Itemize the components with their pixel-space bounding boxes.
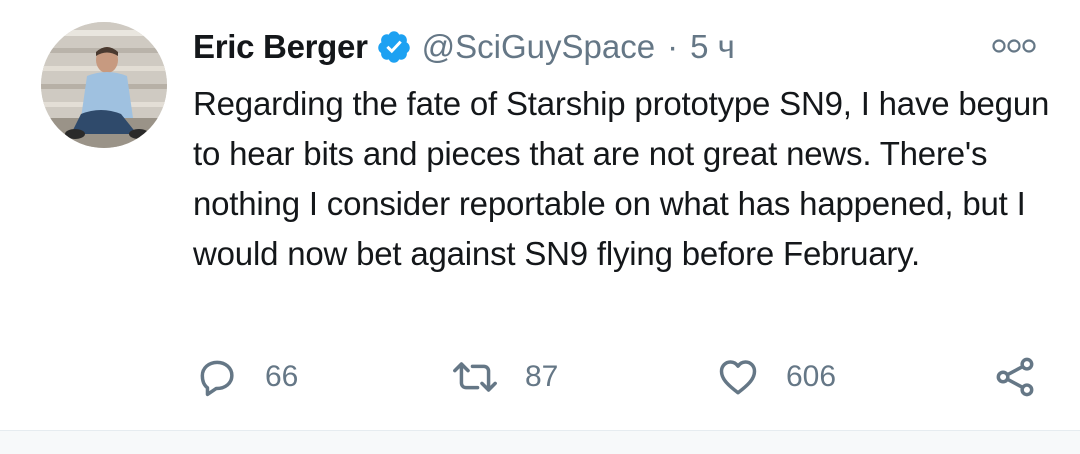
avatar[interactable] [41, 22, 167, 148]
like-count: 606 [786, 360, 837, 393]
reply-icon [200, 360, 234, 397]
reply-count: 66 [265, 360, 299, 393]
tweet-card[interactable]: Eric Berger @SciGuySpace · 5 ч Regarding… [0, 0, 1080, 430]
tweet-timestamp[interactable]: 5 ч [690, 28, 735, 66]
heart-icon [719, 360, 757, 395]
more-options-icon[interactable] [990, 34, 1040, 58]
retweet-icon [453, 362, 497, 392]
author-display-name[interactable]: Eric Berger [193, 28, 368, 66]
retweet-count: 87 [525, 360, 559, 393]
share-icon [996, 357, 1034, 397]
retweet-button[interactable]: 87 [451, 352, 558, 402]
header-separator: · [667, 28, 679, 65]
author-handle[interactable]: @SciGuySpace [422, 28, 655, 66]
share-button[interactable] [993, 352, 1037, 402]
reply-button[interactable]: 66 [195, 352, 298, 402]
tweet-header: Eric Berger @SciGuySpace · 5 ч [193, 24, 735, 70]
tweet-actions: 66 87 606 [193, 352, 1053, 402]
timeline-divider [0, 430, 1080, 454]
tweet-text: Regarding the fate of Starship prototype… [193, 85, 1050, 272]
verified-badge-icon [376, 29, 412, 65]
like-button[interactable]: 606 [716, 352, 836, 402]
